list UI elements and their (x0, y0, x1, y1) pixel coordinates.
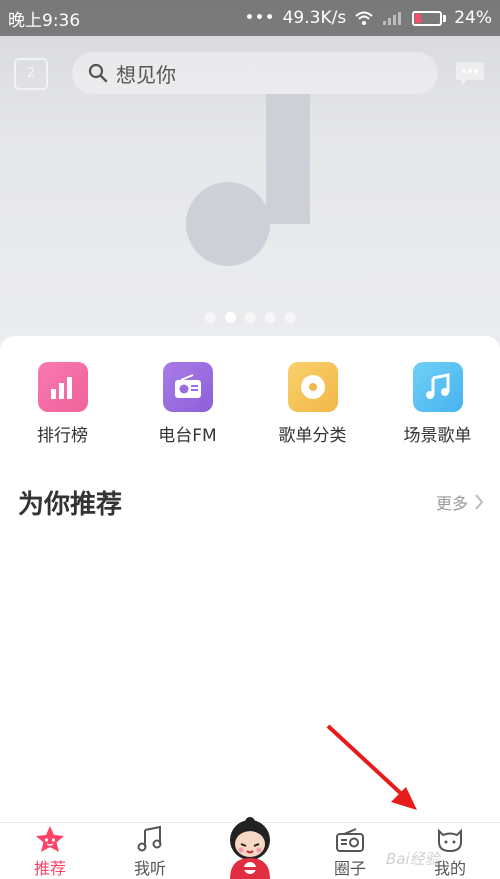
nav-item-circle[interactable]: 圈子 (300, 823, 400, 879)
recommend-header: 为你推荐 更多 (18, 482, 484, 522)
quick-link-charts[interactable]: 排行榜 (0, 362, 125, 452)
wifi-icon (355, 11, 373, 25)
battery-level (415, 13, 422, 23)
quick-link-scene-playlist[interactable]: 场景歌单 (375, 362, 500, 452)
music-note-placeholder-icon (186, 94, 310, 266)
star-icon (36, 826, 64, 852)
status-bar: 晚上9:36 ••• 49.3K/s 24% (0, 0, 500, 36)
more-label: 更多 (435, 494, 468, 513)
radio-icon (336, 828, 364, 852)
search-row: 2 想见你 (0, 50, 500, 96)
mascot-avatar-icon[interactable] (222, 816, 278, 879)
nav-label: 圈子 (333, 859, 366, 878)
nav-label: 推荐 (33, 859, 66, 878)
search-input[interactable]: 想见你 (72, 52, 438, 94)
music-note-icon (137, 825, 162, 852)
quick-link-label: 排行榜 (37, 426, 88, 446)
quick-link-radio-fm[interactable]: 电台FM (125, 362, 250, 452)
banner-dot-active[interactable] (224, 312, 236, 323)
quick-links: 排行榜 电台FM 歌单分类 场景歌单 (0, 362, 500, 452)
banner-dot[interactable] (204, 312, 216, 323)
message-icon[interactable] (454, 58, 486, 88)
status-time: 晚上9:36 (8, 10, 81, 31)
bar-chart-icon (37, 362, 88, 412)
radio-icon (162, 362, 213, 412)
music-note-icon (412, 362, 463, 412)
watermark: Bai经验 (386, 850, 440, 868)
recommend-title: 为你推荐 (18, 489, 123, 520)
quick-link-playlist-category[interactable]: 歌单分类 (250, 362, 375, 452)
more-link[interactable]: 更多 (436, 490, 484, 514)
signal-icon (383, 12, 402, 25)
content-panel: 排行榜 电台FM 歌单分类 场景歌单 为你推荐 更多 (0, 336, 500, 822)
banner-pagination (0, 312, 500, 323)
search-placeholder: 想见你 (116, 62, 176, 87)
status-dots: ••• (244, 8, 275, 28)
nav-item-listen[interactable]: 我听 (100, 823, 200, 879)
battery-percent: 24% (454, 8, 492, 28)
banner-dot[interactable] (244, 312, 256, 323)
search-icon (88, 63, 108, 83)
quick-link-label: 场景歌单 (403, 426, 472, 446)
banner-dot[interactable] (264, 312, 276, 323)
chevron-right-icon (475, 494, 484, 510)
nav-item-recommend[interactable]: 推荐 (0, 823, 100, 879)
disc-icon (287, 362, 338, 412)
nav-label: 我听 (133, 859, 166, 878)
battery-icon (412, 10, 447, 26)
calendar-icon[interactable]: 2 (14, 58, 48, 90)
quick-link-label: 电台FM (158, 426, 217, 446)
banner-dot[interactable] (284, 312, 296, 323)
quick-link-label: 歌单分类 (278, 426, 347, 446)
network-speed: 49.3K/s (282, 8, 347, 28)
